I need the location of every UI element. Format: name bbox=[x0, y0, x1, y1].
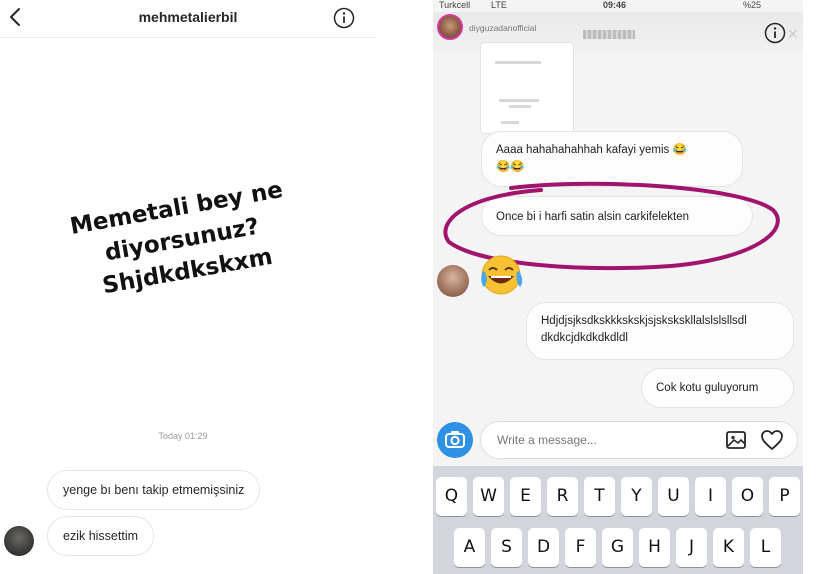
message-bubble-highlighted[interactable]: Once bi i harfi satin alsin carkifelekte… bbox=[481, 196, 753, 236]
sender-avatar[interactable] bbox=[437, 265, 469, 297]
message-line: 😂😂 bbox=[496, 161, 525, 173]
key-o[interactable]: O bbox=[732, 477, 763, 516]
message-line: Aaaa hahahahahhah kafayi yemis 😂 bbox=[496, 144, 687, 156]
key-y[interactable]: Y bbox=[621, 477, 652, 516]
left-dm-screen: mehmetalierbil Memetali bey ne diyorsunu… bbox=[0, 0, 376, 574]
info-icon[interactable] bbox=[764, 22, 786, 44]
conversation-username[interactable]: mehmetalierbil bbox=[0, 9, 376, 25]
shared-post-preview[interactable] bbox=[480, 42, 574, 134]
left-header: mehmetalierbil bbox=[0, 0, 376, 38]
message-composer bbox=[433, 418, 803, 464]
story-avatar[interactable] bbox=[437, 14, 463, 40]
message-bubble[interactable]: Hdjdjsjksdkskkkskskjsjskskskllalslslslls… bbox=[526, 302, 794, 360]
camera-button[interactable] bbox=[437, 422, 473, 458]
close-icon[interactable]: ✕ bbox=[787, 26, 799, 43]
story-username[interactable]: diyguzadanofficial bbox=[469, 23, 536, 33]
key-a[interactable]: A bbox=[454, 528, 485, 567]
status-clock: 09:46 bbox=[603, 0, 627, 10]
message-line: Hdjdjsjksdkskkkskskjsjskskskllalslslslls… bbox=[541, 315, 747, 327]
key-r[interactable]: R bbox=[547, 477, 578, 516]
message-bubble[interactable]: Cok kotu guluyorum bbox=[641, 368, 794, 408]
heart-icon[interactable] bbox=[760, 429, 784, 451]
key-s[interactable]: S bbox=[491, 528, 522, 567]
laughing-emoji-icon bbox=[481, 255, 523, 295]
key-f[interactable]: F bbox=[565, 528, 596, 567]
message-bubble[interactable]: ezik hissettim bbox=[47, 516, 155, 556]
key-l[interactable]: L bbox=[750, 528, 781, 567]
message-line: dkdkcjdkdkdkdldl bbox=[541, 332, 628, 344]
key-t[interactable]: T bbox=[584, 477, 615, 516]
key-g[interactable]: G bbox=[602, 528, 633, 567]
key-u[interactable]: U bbox=[658, 477, 689, 516]
panel-divider bbox=[376, 0, 433, 574]
right-dm-screen: Turkcell LTE 09:46 %25 diyguzadanofficia… bbox=[433, 0, 803, 574]
key-e[interactable]: E bbox=[510, 477, 541, 516]
message-bubble[interactable]: yenge bı benı takip etmemişsiniz bbox=[47, 470, 261, 510]
camera-icon bbox=[445, 431, 465, 448]
gallery-icon[interactable] bbox=[725, 429, 747, 451]
message-input[interactable] bbox=[480, 421, 798, 459]
message-bubble[interactable]: Aaaa hahahahahhah kafayi yemis 😂 😂😂 bbox=[481, 131, 743, 187]
message-timestamp: Today 01:29 bbox=[158, 431, 208, 441]
onscreen-keyboard: Q W E R T Y U I O P A S D F G H J K L bbox=[433, 466, 803, 574]
key-q[interactable]: Q bbox=[436, 477, 467, 516]
key-d[interactable]: D bbox=[528, 528, 559, 567]
sender-avatar[interactable] bbox=[4, 526, 34, 556]
status-bar: Turkcell LTE 09:46 %25 bbox=[433, 0, 803, 12]
story-reply-text: Memetali bey ne diyorsunuz? Shjdkdkskxm bbox=[46, 170, 319, 310]
blurred-username bbox=[583, 30, 635, 39]
key-j[interactable]: J bbox=[676, 528, 707, 567]
carrier-name: Turkcell bbox=[439, 0, 471, 10]
key-w[interactable]: W bbox=[473, 477, 504, 516]
battery-percentage: %25 bbox=[743, 0, 762, 10]
key-i[interactable]: I bbox=[695, 477, 726, 516]
key-k[interactable]: K bbox=[713, 528, 744, 567]
key-h[interactable]: H bbox=[639, 528, 670, 567]
key-p[interactable]: P bbox=[769, 477, 800, 516]
info-icon[interactable] bbox=[333, 7, 355, 29]
network-type: LTE bbox=[491, 0, 507, 10]
